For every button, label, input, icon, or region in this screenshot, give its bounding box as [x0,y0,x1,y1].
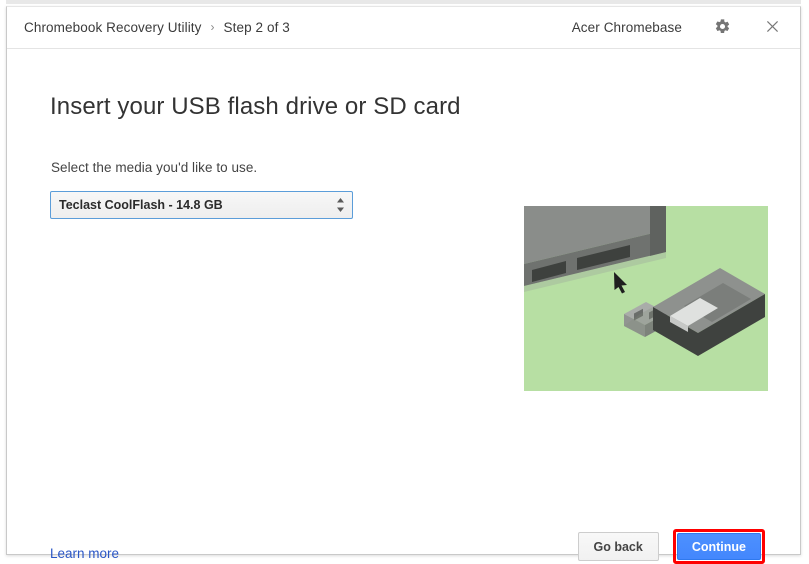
breadcrumb: Chromebook Recovery Utility › Step 2 of … [24,20,290,35]
window-content: Insert your USB flash drive or SD card S… [7,49,800,564]
continue-button-highlight: Continue [672,529,765,564]
go-back-button[interactable]: Go back [577,532,659,561]
close-icon [764,18,781,38]
gear-icon [714,18,731,38]
screen-root: Chromebook Recovery Utility › Step 2 of … [0,0,809,564]
header-right-group: Acer Chromebase [572,14,786,42]
device-name-label: Acer Chromebase [571,20,682,35]
media-select-label: Select the media you'd like to use. [51,160,258,175]
window-header: Chromebook Recovery Utility › Step 2 of … [7,7,800,49]
settings-button[interactable] [708,14,736,42]
media-select[interactable]: Teclast CoolFlash - 14.8 GB [50,191,353,219]
learn-more-link[interactable]: Learn more [50,546,119,561]
close-button[interactable] [758,14,786,42]
breadcrumb-app-name[interactable]: Chromebook Recovery Utility [24,20,202,35]
continue-button[interactable]: Continue [676,533,761,560]
page-title: Insert your USB flash drive or SD card [50,93,461,120]
media-select-wrapper: Teclast CoolFlash - 14.8 GB [50,191,353,219]
breadcrumb-step: Step 2 of 3 [223,20,290,35]
usb-insertion-illustration [524,206,768,391]
breadcrumb-separator-icon: › [210,20,215,34]
device-right-edge [650,206,666,256]
chromebook-recovery-utility-window: Chromebook Recovery Utility › Step 2 of … [6,6,801,564]
footer-button-group: Go back Continue [577,529,765,564]
